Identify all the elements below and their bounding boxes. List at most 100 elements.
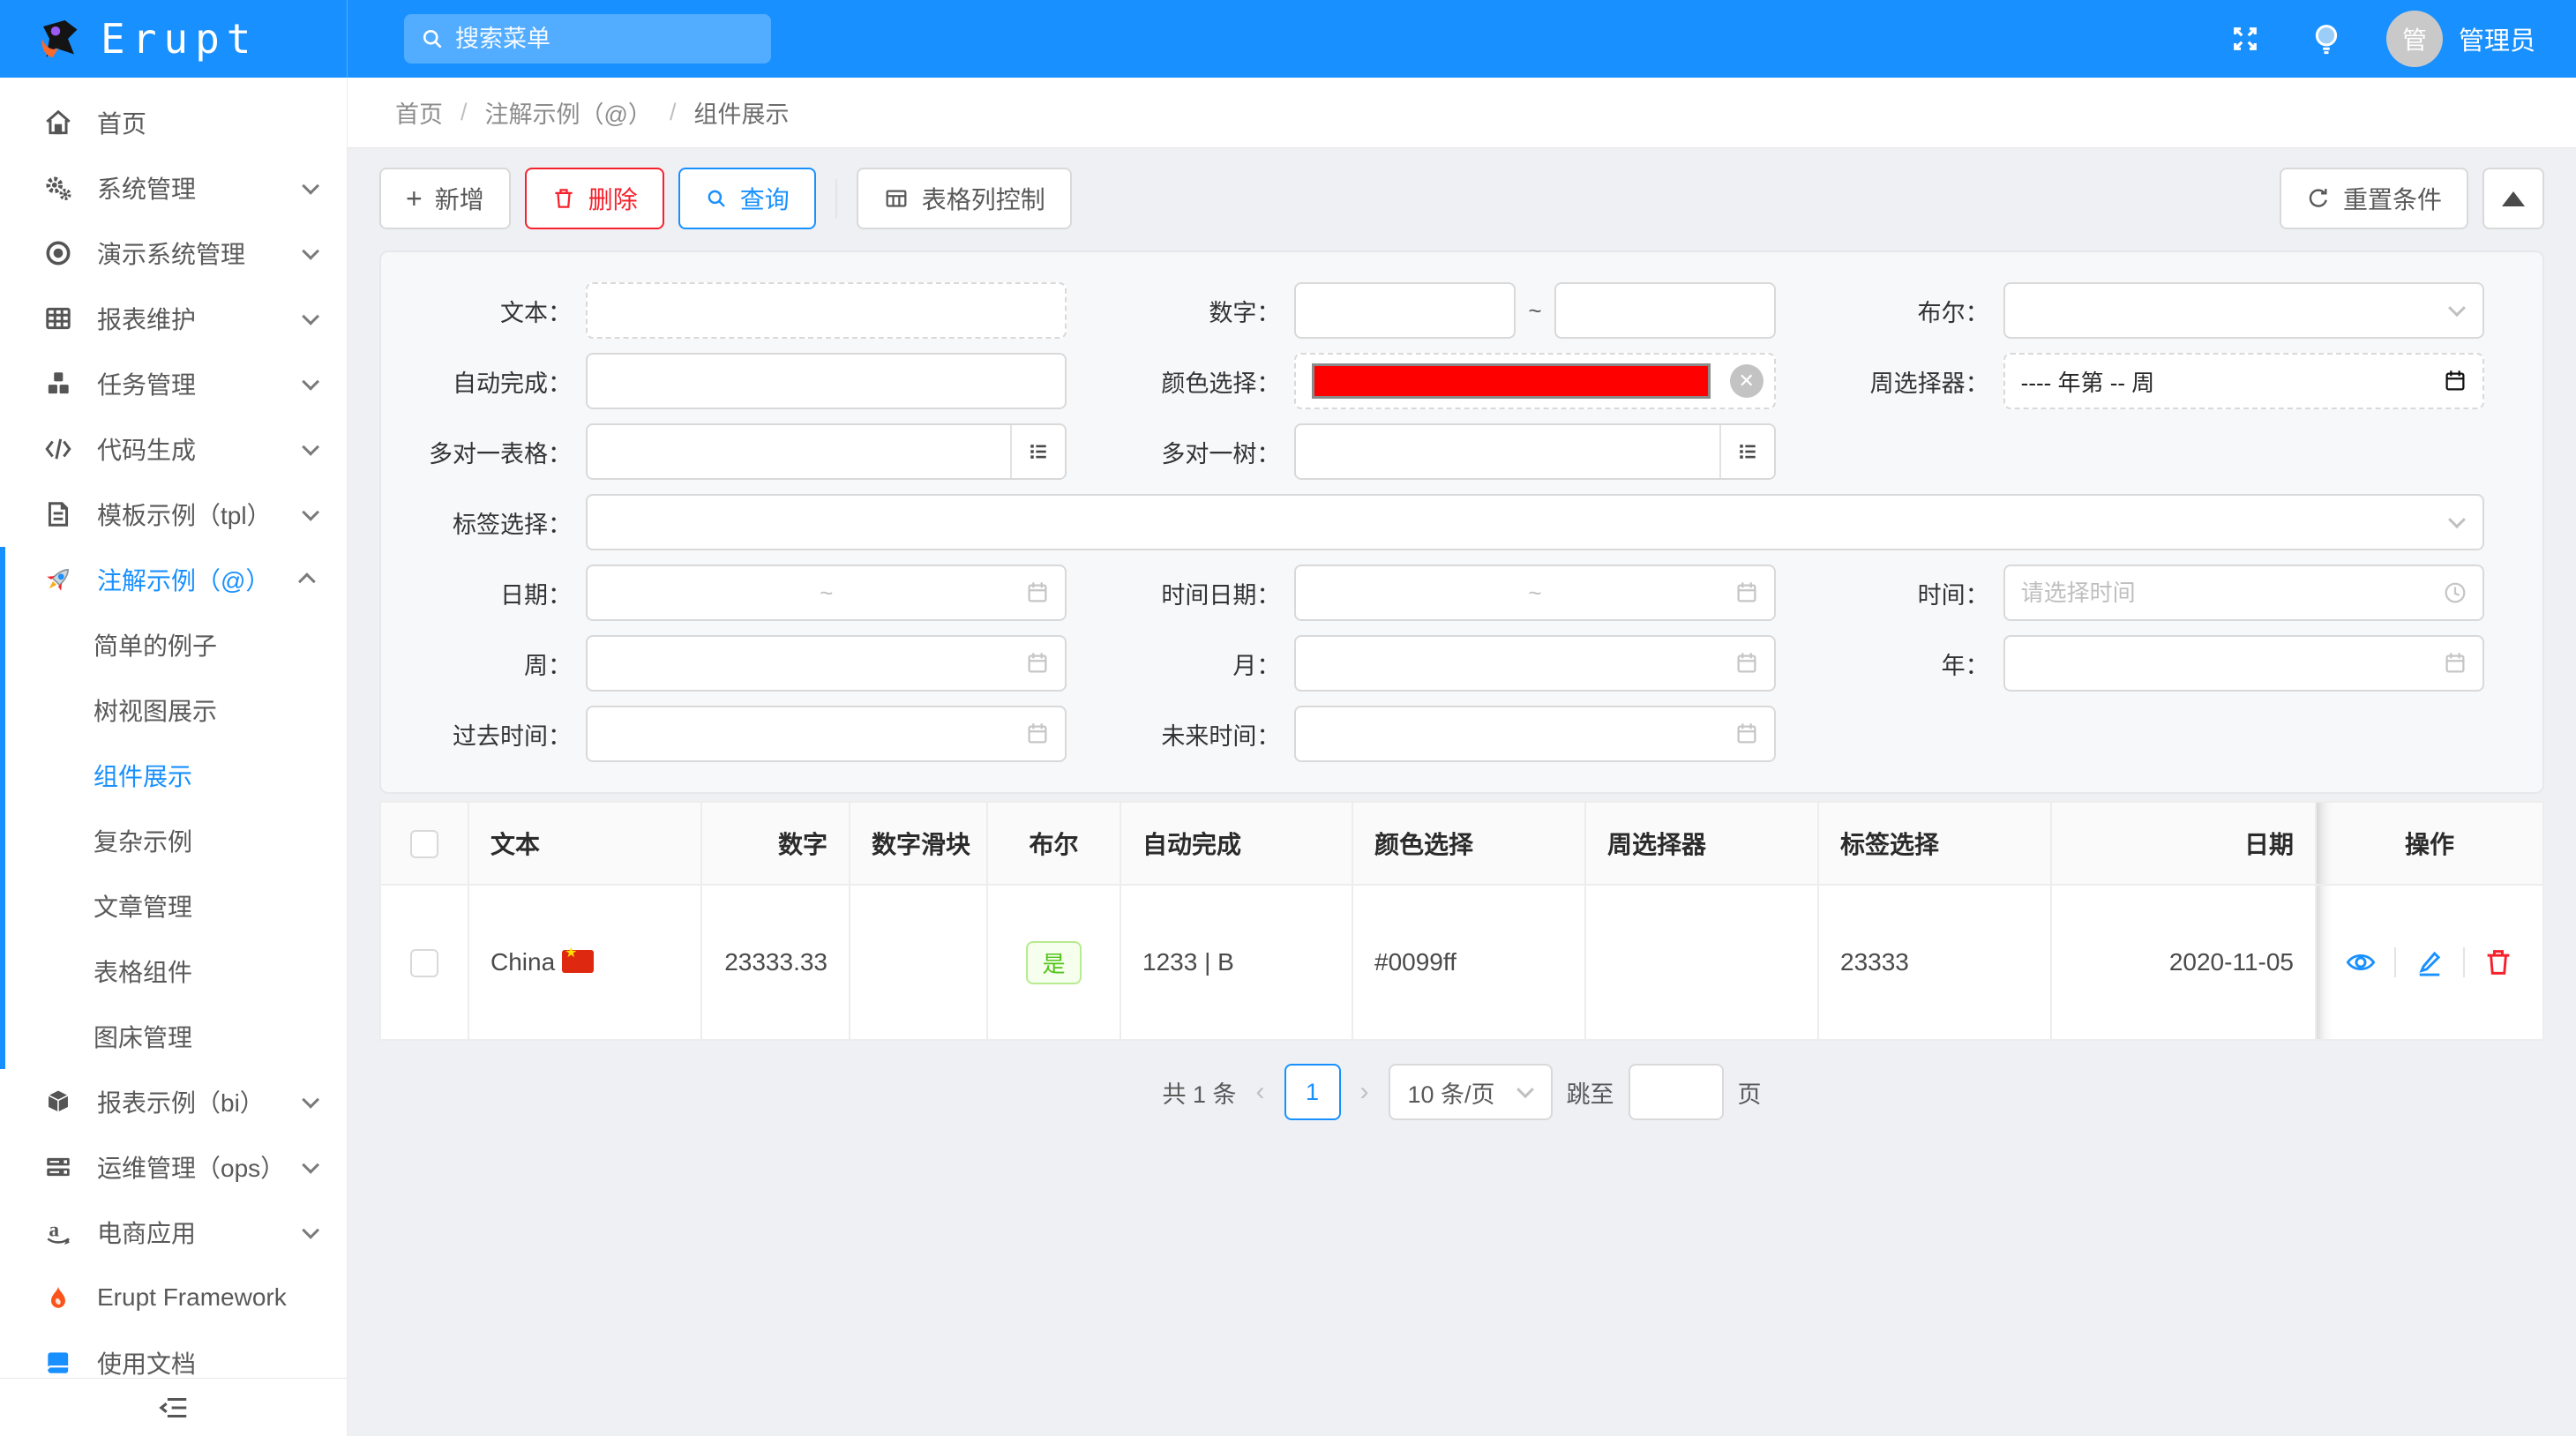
jump-to-page-input[interactable]	[1629, 1064, 1724, 1120]
china-flag-icon	[562, 950, 594, 973]
sidebar-item-report-maintain[interactable]: 报表维护	[0, 286, 347, 351]
open-tree-picker-button[interactable]	[1719, 425, 1774, 478]
sidebar-item-code-gen[interactable]: 代码生成	[0, 416, 347, 482]
filter-label-m2o-table: 多对一表格：	[399, 435, 586, 469]
date-range-picker[interactable]: ~	[586, 565, 1067, 621]
prev-page-button[interactable]: ‹	[1251, 1077, 1270, 1107]
fullscreen-button[interactable]	[2224, 18, 2266, 60]
filter-label-week-picker: 周选择器：	[1816, 364, 2003, 399]
filter-label-m2o-tree: 多对一树：	[1107, 435, 1294, 469]
sidebar-item-task-mgmt[interactable]: 任务管理	[0, 351, 347, 416]
year-picker[interactable]	[2003, 635, 2484, 692]
many-to-one-table-field	[586, 423, 1067, 480]
query-button[interactable]: 查询	[678, 168, 816, 229]
sidebar-item-demo-system-mgmt[interactable]: 演示系统管理	[0, 221, 347, 286]
chevron-down-icon	[302, 177, 319, 195]
sidebar-subitem-image-mgmt[interactable]: 图床管理	[5, 1004, 347, 1069]
collapse-filter-button[interactable]	[2482, 168, 2544, 229]
sidebar-item-ops-mgmt[interactable]: 运维管理（ops）	[0, 1134, 347, 1200]
delete-button[interactable]: 删除	[525, 168, 664, 229]
sidebar-item-ecommerce[interactable]: a 电商应用	[0, 1200, 347, 1265]
reset-conditions-button[interactable]: 重置条件	[2280, 168, 2468, 229]
sidebar-item-template-demo[interactable]: 模板示例（tpl）	[0, 482, 347, 547]
list-icon	[1735, 439, 1760, 464]
open-table-picker-button[interactable]	[1010, 425, 1065, 478]
autocomplete-input[interactable]	[603, 368, 1049, 395]
page-number-button[interactable]: 1	[1284, 1064, 1341, 1120]
bool-select[interactable]	[2003, 282, 2484, 339]
sidebar-item-report-demo-bi[interactable]: 报表示例（bi）	[0, 1069, 347, 1134]
past-time-picker[interactable]	[586, 706, 1067, 762]
delete-row-button[interactable]	[2482, 946, 2514, 978]
tag-select-field[interactable]	[586, 494, 2484, 550]
col-header-week-picker: 周选择器	[1585, 802, 1818, 885]
sidebar-subitem-complex-example[interactable]: 复杂示例	[5, 808, 347, 873]
text-filter-input[interactable]	[603, 297, 1049, 325]
sidebar-item-docs[interactable]: 使用文档	[0, 1330, 347, 1378]
sidebar-item-erupt-framework[interactable]: Erupt Framework	[0, 1265, 347, 1330]
sidebar-subitem-simple-example[interactable]: 简单的例子	[5, 612, 347, 677]
filter-label-number: 数字：	[1107, 294, 1294, 328]
breadcrumb-item-annotation[interactable]: 注解示例（@）	[485, 95, 652, 130]
cell-week-picker	[1585, 885, 1818, 1040]
sidebar-item-label: 系统管理	[97, 170, 303, 206]
sidebar-group-annotation-demo: 注解示例（@） 简单的例子 树视图展示 组件展示 复杂示例 文章管理 表格组件 …	[0, 547, 347, 1069]
many-to-one-table-input[interactable]	[603, 438, 1049, 466]
edit-row-button[interactable]	[2414, 946, 2445, 978]
sidebar-subitem-tree-view[interactable]: 树视图展示	[5, 677, 347, 743]
many-to-one-tree-input[interactable]	[1312, 438, 1757, 466]
chevron-down-icon	[302, 243, 319, 260]
user-name: 管理员	[2459, 20, 2535, 57]
sidebar-item-label: 演示系统管理	[97, 236, 303, 271]
row-checkbox[interactable]	[410, 949, 438, 977]
select-all-checkbox[interactable]	[410, 830, 438, 858]
sidebar-subitem-component-demo[interactable]: 组件展示	[5, 743, 347, 808]
time-picker[interactable]	[2003, 565, 2484, 621]
week-picker-field[interactable]: ---- 年第 -- 周	[2003, 353, 2484, 409]
refresh-icon	[2306, 186, 2331, 211]
number-min-input[interactable]	[1312, 297, 1498, 325]
user-menu[interactable]: 管 管理员	[2386, 11, 2535, 67]
cell-number: 23333.33	[701, 885, 850, 1040]
erupt-bird-logo-icon	[37, 14, 86, 64]
breadcrumb-separator: /	[670, 99, 677, 126]
filter-label-month: 月：	[1107, 647, 1294, 681]
future-time-picker[interactable]	[1294, 706, 1775, 762]
home-icon	[39, 108, 78, 138]
next-page-button[interactable]: ›	[1355, 1077, 1374, 1107]
search-icon	[420, 26, 445, 51]
view-row-button[interactable]	[2345, 946, 2377, 978]
calendar-icon	[1734, 721, 1760, 747]
menu-search-box[interactable]	[404, 14, 771, 64]
time-picker-input[interactable]	[2021, 580, 2467, 607]
color-swatch[interactable]	[1312, 363, 1710, 399]
menu-search-input[interactable]	[455, 26, 738, 53]
month-picker[interactable]	[1294, 635, 1775, 692]
page-size-select[interactable]: 10 条/页	[1389, 1064, 1553, 1120]
sidebar-collapse-button[interactable]	[0, 1378, 347, 1436]
add-button[interactable]: + 新增	[379, 168, 511, 229]
number-max-input[interactable]	[1572, 297, 1758, 325]
sidebar-subitem-table-component[interactable]: 表格组件	[5, 939, 347, 1004]
toolbar-divider	[835, 179, 837, 218]
col-header-slider: 数字滑块	[850, 802, 987, 885]
sidebar-item-home[interactable]: 首页	[0, 90, 347, 155]
sidebar-item-label: 报表维护	[97, 301, 303, 336]
app-logo: Erupt	[0, 0, 348, 78]
edit-pencil-icon	[2414, 946, 2445, 978]
theme-bulb-button[interactable]	[2305, 18, 2348, 60]
column-control-button[interactable]: 表格列控制	[857, 168, 1072, 229]
cell-date: 2020-11-05	[2051, 885, 2316, 1040]
sidebar-subitem-article-mgmt[interactable]: 文章管理	[5, 873, 347, 939]
week-date-picker[interactable]	[586, 635, 1067, 692]
clear-color-button[interactable]: ✕	[1730, 364, 1764, 398]
sidebar-item-system-mgmt[interactable]: 系统管理	[0, 155, 347, 221]
color-picker-field[interactable]: ✕	[1294, 353, 1775, 409]
calendar-icon	[1734, 580, 1760, 606]
sidebar-item-annotation-demo[interactable]: 注解示例（@）	[5, 547, 347, 612]
calendar-icon	[1024, 721, 1051, 747]
table-header-row: 文本 数字 数字滑块 布尔 自动完成 颜色选择 周选择器 标签选择 日期 操作	[380, 802, 2543, 885]
breadcrumb-item-home[interactable]: 首页	[395, 95, 443, 130]
chevron-down-icon	[302, 438, 319, 456]
datetime-range-picker[interactable]: ~	[1294, 565, 1775, 621]
